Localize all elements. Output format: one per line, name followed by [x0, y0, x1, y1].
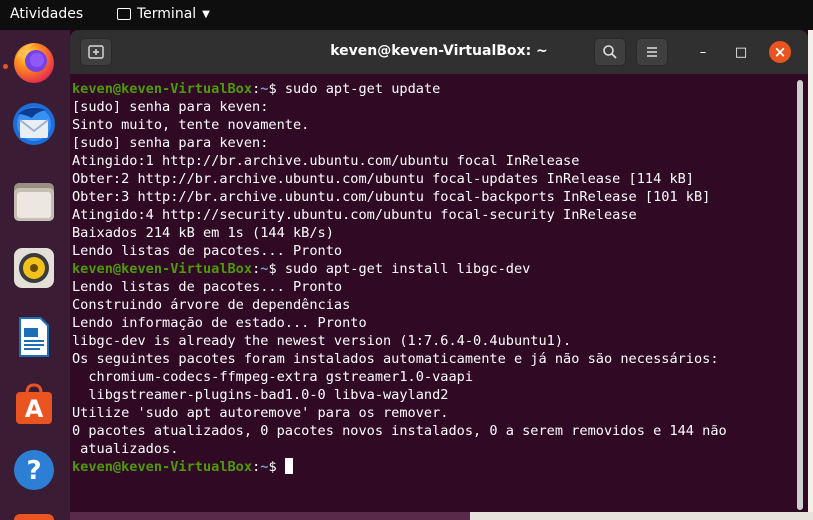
writer-icon	[19, 317, 49, 357]
terminal-icon	[117, 8, 131, 20]
menu-button[interactable]	[636, 38, 668, 66]
maximize-button[interactable]: □	[730, 41, 752, 63]
title-bar[interactable]: keven@keven-VirtualBox: ~ – □ ×	[70, 30, 808, 74]
output-line: Sinto muito, tente novamente.	[72, 117, 310, 133]
prompt-dollar: $	[268, 261, 285, 277]
output-line: [sudo] senha para keven:	[72, 99, 269, 115]
running-indicator	[3, 64, 8, 69]
scrollbar[interactable]	[793, 74, 808, 512]
dock-item-files[interactable]	[10, 178, 58, 226]
thunderbird-icon	[13, 103, 55, 145]
output-line: Baixados 214 kB em 1s (144 kB/s)	[72, 225, 334, 241]
output-line: Utilize 'sudo apt autoremove' para os re…	[72, 405, 449, 421]
output-line: chromium-codecs-ffmpeg-extra gstreamer1.…	[72, 369, 474, 385]
terminal-window[interactable]: keven@keven-VirtualBox: ~ – □ × keven@ke…	[70, 30, 808, 512]
dock-item-partial[interactable]	[14, 514, 54, 520]
output-line: Lendo listas de pacotes... Pronto	[72, 279, 343, 295]
output-line: Construindo árvore de dependências	[72, 297, 351, 313]
prompt-line: keven@keven-VirtualBox:~$ sudo apt-get u…	[72, 80, 794, 98]
output-line: Lendo listas de pacotes... Pronto	[72, 243, 343, 259]
app-menu-button[interactable]: Terminal ▼	[117, 6, 210, 22]
output-line: 0 pacotes atualizados, 0 pacotes novos i…	[72, 423, 727, 439]
software-icon: A	[16, 383, 52, 424]
svg-text:A: A	[25, 395, 44, 423]
prompt-user: keven@keven-VirtualBox	[72, 261, 253, 277]
output-line: Lendo informação de estado... Pronto	[72, 315, 367, 331]
output-line: Os seguintes pacotes foram instalados au…	[72, 351, 719, 367]
output-line: Obter:2 http://br.archive.ubuntu.com/ubu…	[72, 171, 694, 187]
dock-item-writer[interactable]	[10, 313, 58, 361]
search-icon	[603, 45, 617, 59]
prompt-user: keven@keven-VirtualBox	[72, 81, 253, 97]
hamburger-menu-icon	[647, 47, 657, 57]
output-line: Atingido:4 http://security.ubuntu.com/ub…	[72, 207, 637, 223]
activities-button[interactable]: Atividades	[10, 6, 83, 22]
output-line: [sudo] senha para keven:	[72, 135, 269, 151]
output-line: libgc-dev is already the newest version …	[72, 333, 572, 349]
dock-item-thunderbird[interactable]	[10, 100, 58, 148]
search-button[interactable]	[594, 38, 626, 66]
output-line: atualizados.	[72, 441, 179, 457]
dock-item-software[interactable]: A	[10, 380, 58, 428]
help-icon: ?	[14, 450, 54, 490]
prompt-line: keven@keven-VirtualBox:~$	[72, 458, 794, 476]
prompt-dollar: $	[268, 81, 285, 97]
dock: A ?	[0, 30, 70, 520]
files-icon	[14, 183, 54, 221]
app-menu-label: Terminal	[137, 6, 197, 22]
prompt-line: keven@keven-VirtualBox:~$ sudo apt-get i…	[72, 260, 794, 278]
command-text: sudo apt-get update	[284, 81, 441, 97]
text-cursor	[284, 458, 293, 474]
top-bar: Atividades Terminal ▼	[0, 0, 813, 30]
background-window-edge	[808, 30, 813, 520]
scrollbar-thumb[interactable]	[797, 80, 803, 510]
caret-down-icon: ▼	[202, 8, 210, 20]
close-button[interactable]: ×	[769, 41, 791, 63]
background-window-bottom	[70, 512, 813, 520]
dock-item-rhythmbox[interactable]	[10, 244, 58, 292]
background-window-light	[470, 512, 813, 520]
terminal-output[interactable]: keven@keven-VirtualBox:~$ sudo apt-get u…	[70, 74, 794, 512]
minimize-button[interactable]: –	[692, 41, 714, 63]
svg-text:?: ?	[26, 456, 41, 486]
output-line: libgstreamer-plugins-bad1.0-0 libva-wayl…	[72, 387, 449, 403]
command-text: sudo apt-get install libgc-dev	[284, 261, 531, 277]
rhythmbox-icon	[14, 248, 54, 288]
firefox-icon	[14, 43, 54, 83]
output-line: Atingido:1 http://br.archive.ubuntu.com/…	[72, 153, 580, 169]
prompt-dollar: $	[268, 459, 285, 475]
dock-item-firefox[interactable]	[10, 38, 58, 86]
prompt-user: keven@keven-VirtualBox	[72, 459, 253, 475]
output-line: Obter:3 http://br.archive.ubuntu.com/ubu…	[72, 189, 711, 205]
dock-item-help[interactable]: ?	[10, 446, 58, 494]
